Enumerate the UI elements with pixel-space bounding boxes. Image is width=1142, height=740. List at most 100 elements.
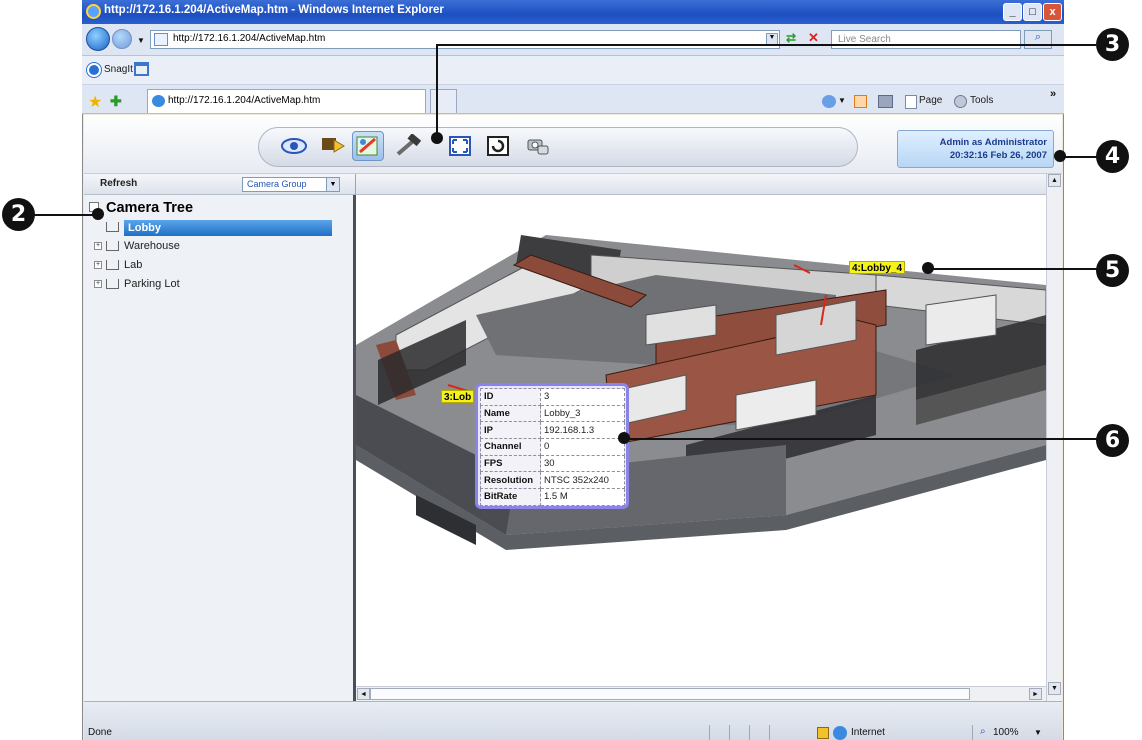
- tools-menu-button[interactable]: Tools: [970, 95, 993, 106]
- zoom-dropdown-icon[interactable]: ▼: [1034, 728, 1042, 737]
- page-menu-icon[interactable]: [905, 95, 917, 109]
- map-edit-icon[interactable]: [352, 131, 384, 161]
- status-divider: [769, 725, 770, 740]
- hammer-icon[interactable]: [392, 131, 424, 161]
- status-divider: [749, 725, 750, 740]
- title-bar: http://172.16.1.204/ActiveMap.htm - Wind…: [82, 0, 1064, 24]
- callout-4-line: [1060, 156, 1100, 158]
- search-input[interactable]: Live Search: [831, 30, 1021, 49]
- zoom-icon[interactable]: ⌕: [980, 726, 986, 737]
- zoom-level[interactable]: 100%: [993, 727, 1019, 738]
- tab-activemap[interactable]: http://172.16.1.204/ActiveMap.htm: [147, 89, 426, 113]
- favorites-star-icon[interactable]: ★: [88, 92, 102, 112]
- chevron-more-icon[interactable]: »: [1050, 88, 1056, 100]
- expand-icon[interactable]: +: [94, 242, 102, 250]
- callout-3-line: [436, 44, 1096, 46]
- info-value: NTSC 352x240: [540, 471, 625, 490]
- callout-5-dot: [922, 262, 934, 274]
- page-menu-button[interactable]: Page: [919, 95, 942, 106]
- expand-icon[interactable]: +: [94, 280, 102, 288]
- camera-group-select[interactable]: Camera Group ▼: [242, 177, 340, 192]
- screenshot: http://172.16.1.204/ActiveMap.htm - Wind…: [0, 0, 1142, 740]
- tree-item-label: Lab: [124, 259, 143, 271]
- tree-item-lab[interactable]: + Lab: [94, 257, 142, 273]
- forward-button[interactable]: [112, 29, 132, 49]
- camera-tag-lobby-3[interactable]: 3:Lob: [441, 390, 475, 403]
- snagit-icon[interactable]: [87, 63, 101, 77]
- status-divider: [729, 725, 730, 740]
- status-divider: [972, 725, 973, 740]
- tree-item-label: Parking Lot: [124, 278, 180, 290]
- info-value: 3: [540, 388, 625, 406]
- add-favorites-icon[interactable]: ✚: [110, 93, 122, 110]
- tree-item-lobby[interactable]: Lobby: [124, 220, 332, 236]
- chevron-down-icon[interactable]: ▼: [326, 178, 339, 191]
- address-text: http://172.16.1.204/ActiveMap.htm: [173, 33, 326, 44]
- camera-tag-lobby-4[interactable]: 4:Lobby_4: [849, 261, 906, 274]
- refresh-view-icon[interactable]: [482, 131, 514, 161]
- info-key: ID: [480, 388, 541, 406]
- expand-icon[interactable]: +: [94, 261, 102, 269]
- callout-3-dot: [431, 132, 443, 144]
- info-key: Channel: [480, 438, 541, 456]
- scroll-up-icon[interactable]: ▲: [1048, 174, 1061, 187]
- scroll-left-icon[interactable]: ◄: [357, 688, 370, 700]
- scroll-right-icon[interactable]: ►: [1029, 688, 1042, 700]
- callout-5: 5: [1096, 254, 1129, 287]
- info-row-ip: IP 192.168.1.3: [480, 421, 625, 440]
- callout-6-line: [624, 438, 1098, 440]
- callout-6: 6: [1096, 424, 1129, 457]
- info-key: Resolution: [480, 471, 541, 490]
- tree-title: Camera Tree: [106, 200, 194, 216]
- close-button[interactable]: x: [1043, 3, 1062, 21]
- internet-globe-icon: [833, 726, 847, 740]
- info-value: Lobby_3: [540, 404, 625, 423]
- camera-icon[interactable]: [316, 131, 348, 161]
- tree-item-warehouse[interactable]: + Warehouse: [94, 238, 180, 254]
- address-input[interactable]: http://172.16.1.204/ActiveMap.htm: [150, 30, 780, 49]
- info-key: BitRate: [480, 488, 541, 506]
- scroll-thumb[interactable]: [370, 688, 970, 700]
- info-value: 30: [540, 454, 625, 473]
- info-key: IP: [480, 421, 541, 440]
- callout-2-line: [34, 214, 98, 216]
- tree-item-parking-lot[interactable]: + Parking Lot: [94, 276, 180, 292]
- tree-node-icon: [106, 260, 119, 270]
- user-role: Admin as Administrator: [939, 137, 1047, 148]
- info-row-resolution: Resolution NTSC 352x240: [480, 471, 625, 490]
- tools-gear-icon[interactable]: [954, 95, 967, 108]
- callout-5-line: [928, 268, 1098, 270]
- home-icon[interactable]: [822, 95, 836, 108]
- map-header: [356, 174, 1062, 195]
- info-row-bitrate: BitRate 1.5 M: [480, 488, 625, 506]
- horizontal-scrollbar[interactable]: ◄ ►: [356, 686, 1046, 701]
- eye-icon[interactable]: [278, 131, 310, 161]
- callout-2: 2: [2, 198, 35, 231]
- zone-label: Internet: [851, 727, 885, 738]
- info-key: FPS: [480, 454, 541, 473]
- camera-group-icon[interactable]: [520, 131, 552, 161]
- info-value: 192.168.1.3: [540, 421, 625, 440]
- history-dropdown-icon[interactable]: ▼: [137, 36, 145, 45]
- home-dropdown-icon[interactable]: ▼: [838, 96, 846, 105]
- print-icon[interactable]: [878, 95, 893, 108]
- minimize-button[interactable]: _: [1003, 3, 1022, 21]
- search-icon[interactable]: ⌕: [1024, 30, 1052, 49]
- snagit-window-icon[interactable]: [134, 62, 149, 76]
- new-tab-button[interactable]: [430, 89, 457, 113]
- tree-node-icon: [106, 222, 119, 232]
- feeds-icon[interactable]: [854, 95, 867, 108]
- back-button[interactable]: [86, 27, 110, 51]
- links-toolbar: [82, 56, 1064, 85]
- snagit-button[interactable]: SnagIt: [104, 64, 133, 75]
- callout-3: 3: [1096, 28, 1129, 61]
- tree-node-icon: [106, 241, 119, 251]
- tree-item-label: Warehouse: [124, 240, 180, 252]
- info-value: 1.5 M: [540, 488, 625, 506]
- callout-3-line-vertical: [436, 44, 438, 136]
- scroll-down-icon[interactable]: ▼: [1048, 682, 1061, 695]
- maximize-button[interactable]: □: [1023, 3, 1042, 21]
- fullscreen-icon[interactable]: [444, 131, 476, 161]
- refresh-button[interactable]: Refresh: [100, 178, 137, 189]
- status-text: Done: [88, 727, 112, 738]
